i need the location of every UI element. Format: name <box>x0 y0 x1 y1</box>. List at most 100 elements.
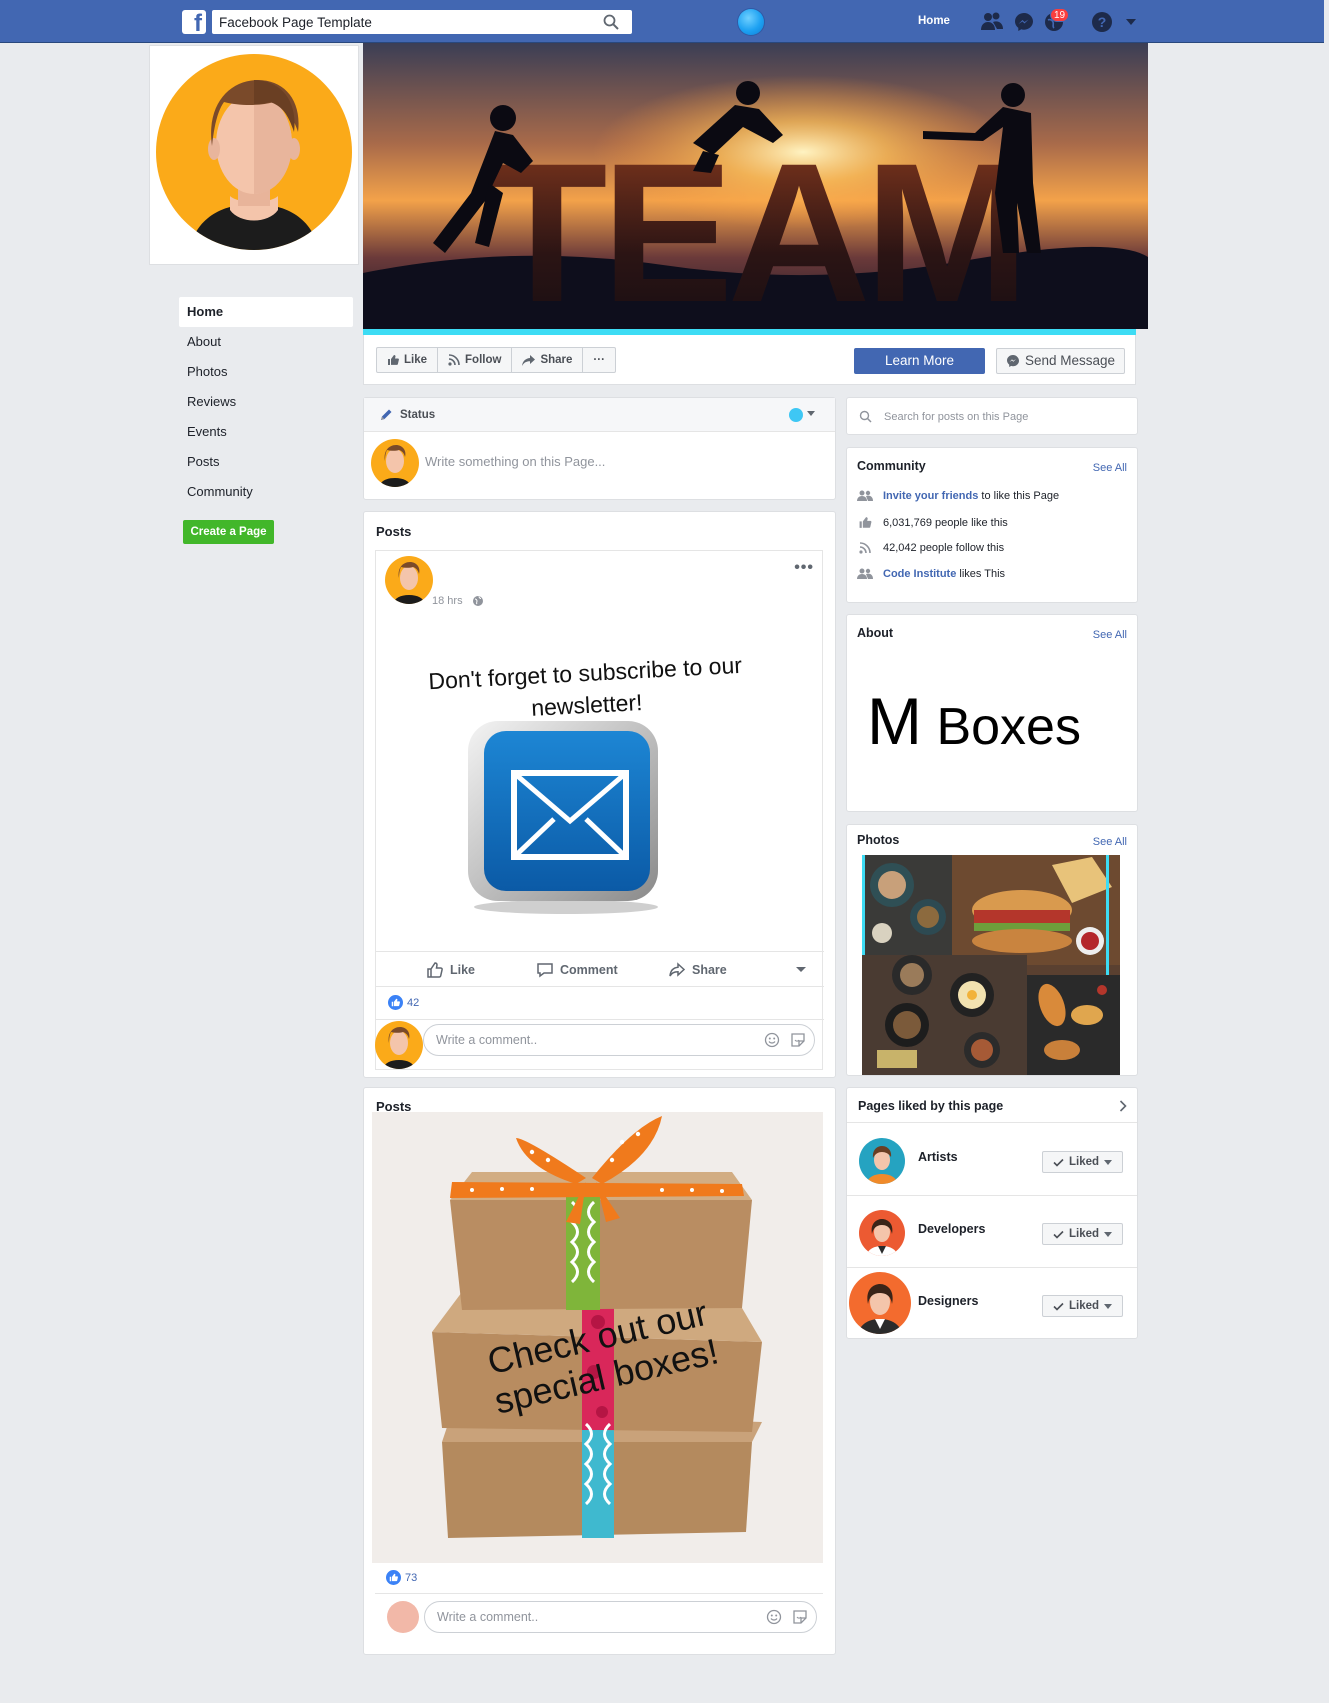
post-share-button[interactable]: Share <box>668 961 727 979</box>
post2-like-count[interactable]: 73 <box>386 1570 417 1585</box>
designers-avatar <box>849 1272 911 1334</box>
post-timestamp[interactable]: 18 hrs <box>432 595 463 607</box>
community-likes-row: 6,031,769 people like this <box>857 516 1008 529</box>
comment-bubble-icon <box>537 963 553 978</box>
posts-section-title: Posts <box>376 524 412 539</box>
messenger-bubble-icon <box>1006 355 1019 367</box>
cover-photo-image: TEAM <box>363 43 1148 329</box>
cover-photo[interactable]: TEAM <box>363 43 1148 329</box>
post-like-count[interactable]: 42 <box>388 995 419 1010</box>
post-newsletter-image[interactable]: Don't forget to subscribe to our newslet… <box>376 652 824 947</box>
photos-collage[interactable] <box>862 855 1120 1075</box>
help-icon[interactable]: ? <box>1091 11 1113 33</box>
post-boxes-image[interactable]: Check out our special boxes! <box>372 1112 823 1563</box>
status-input[interactable]: Write something on this Page... <box>425 454 605 469</box>
comment-placeholder: Write a comment.. <box>436 1033 538 1047</box>
liked-page-row[interactable]: Designers Liked <box>847 1268 1137 1340</box>
nav-item-posts[interactable]: Posts <box>179 447 353 477</box>
post-actions-bar: Like Comment Share <box>376 951 824 987</box>
community-ci-row: Code Institute likes This <box>857 568 1005 580</box>
rss-follow-icon <box>448 354 460 366</box>
audience-dot-icon[interactable] <box>789 408 803 422</box>
photos-see-all-link[interactable]: See All <box>1093 836 1127 848</box>
page-like-button[interactable]: Like <box>377 348 439 372</box>
page-more-button[interactable]: ··· <box>583 348 615 372</box>
emoji-icon[interactable] <box>764 1032 780 1048</box>
brand-logo-text: M Boxes <box>867 683 1081 759</box>
community-likes-text: 6,031,769 people like this <box>883 516 1008 529</box>
community-title: Community <box>857 459 926 473</box>
page-posts-search[interactable]: Search for posts on this Page <box>846 397 1138 435</box>
nav-item-photos[interactable]: Photos <box>179 357 353 387</box>
nav-item-home[interactable]: Home <box>179 297 353 327</box>
liked-page-row[interactable]: Artists Liked <box>847 1124 1137 1196</box>
pages-liked-header[interactable]: Pages liked by this page <box>847 1088 1137 1123</box>
nav-item-reviews[interactable]: Reviews <box>179 387 353 417</box>
community-see-all-link[interactable]: See All <box>1093 462 1127 474</box>
facebook-logo-icon[interactable]: f <box>182 10 206 34</box>
page-share-button[interactable]: Share <box>512 348 584 372</box>
friends-icon <box>857 490 873 501</box>
photos-title: Photos <box>857 833 900 847</box>
liked-page-name[interactable]: Developers <box>918 1222 985 1236</box>
comment-input[interactable]: Write a comment.. <box>423 1024 815 1056</box>
create-page-button[interactable]: Create a Page <box>183 520 274 544</box>
thumbs-up-outline-icon <box>427 962 443 978</box>
pages-liked-card: Pages liked by this page Artists Liked D… <box>846 1087 1138 1339</box>
post-comment-label: Comment <box>560 963 618 977</box>
emoji-icon-2[interactable] <box>766 1609 782 1625</box>
comment-input-2[interactable]: Write a comment.. <box>424 1601 817 1633</box>
send-message-button[interactable]: Send Message <box>996 348 1125 374</box>
liked-page-name[interactable]: Artists <box>918 1150 958 1164</box>
pages-liked-title: Pages liked by this page <box>858 1099 1004 1113</box>
share-arrow-icon <box>522 354 536 366</box>
profile-picture-box[interactable] <box>149 45 359 265</box>
liked-label: Liked <box>1068 1300 1100 1312</box>
status-orb-icon[interactable] <box>738 9 764 35</box>
nav-item-events[interactable]: Events <box>179 417 353 447</box>
friends-icon-2 <box>857 568 873 579</box>
top-home-link[interactable]: Home <box>918 15 950 27</box>
liked-toggle-button[interactable]: Liked <box>1042 1151 1123 1173</box>
about-card: About See All M Boxes <box>846 614 1138 812</box>
post-comment-button[interactable]: Comment <box>536 961 618 979</box>
code-institute-link[interactable]: Code Institute <box>883 568 956 580</box>
globe-public-icon <box>473 596 483 606</box>
liked-chevron-down-icon <box>1104 1159 1113 1165</box>
developers-avatar <box>859 1210 905 1256</box>
liked-page-name[interactable]: Designers <box>918 1294 978 1308</box>
sticker-icon-2[interactable] <box>792 1609 808 1625</box>
about-see-all-link[interactable]: See All <box>1093 629 1127 641</box>
nav-item-community[interactable]: Community <box>179 477 353 507</box>
post2-like-count-value: 73 <box>405 1571 418 1584</box>
invite-friends-link[interactable]: Invite your friends <box>883 490 978 502</box>
reactions-chevron-down-icon[interactable] <box>796 967 806 972</box>
post-options-icon[interactable]: ••• <box>794 559 814 577</box>
post-author-avatar[interactable] <box>384 555 434 605</box>
status-composer: Status Write something on this Page... <box>363 397 836 500</box>
liked-toggle-button[interactable]: Liked <box>1042 1223 1123 1245</box>
post-like-button[interactable]: Like <box>426 961 475 979</box>
messenger-icon[interactable] <box>1013 11 1035 33</box>
status-tab-label[interactable]: Status <box>400 409 435 421</box>
sticker-icon[interactable] <box>790 1032 806 1048</box>
nav-item-about[interactable]: About <box>179 327 353 357</box>
page-follow-button[interactable]: Follow <box>438 348 513 372</box>
liked-page-row[interactable]: Developers Liked <box>847 1196 1137 1268</box>
chevron-right-icon[interactable] <box>1119 1100 1127 1112</box>
like-reaction-icon-2 <box>386 1570 401 1585</box>
post-like-count-value: 42 <box>407 996 420 1009</box>
svg-text:?: ? <box>1098 14 1107 30</box>
notification-badge: 19 <box>1050 8 1070 22</box>
page-actions-group: Like Follow Share ··· <box>376 347 616 373</box>
audience-chevron-down-icon[interactable] <box>807 411 815 416</box>
code-institute-rest: likes This <box>959 568 1006 580</box>
search-icon[interactable] <box>602 13 620 31</box>
comment-divider-2 <box>375 1593 823 1594</box>
learn-more-button[interactable]: Learn More <box>854 348 985 374</box>
friend-requests-icon[interactable] <box>980 11 1004 33</box>
liked-label: Liked <box>1068 1228 1100 1240</box>
liked-toggle-button[interactable]: Liked <box>1042 1295 1123 1317</box>
account-menu-chevron-down-icon[interactable] <box>1126 19 1136 25</box>
global-search-input[interactable] <box>212 10 592 34</box>
